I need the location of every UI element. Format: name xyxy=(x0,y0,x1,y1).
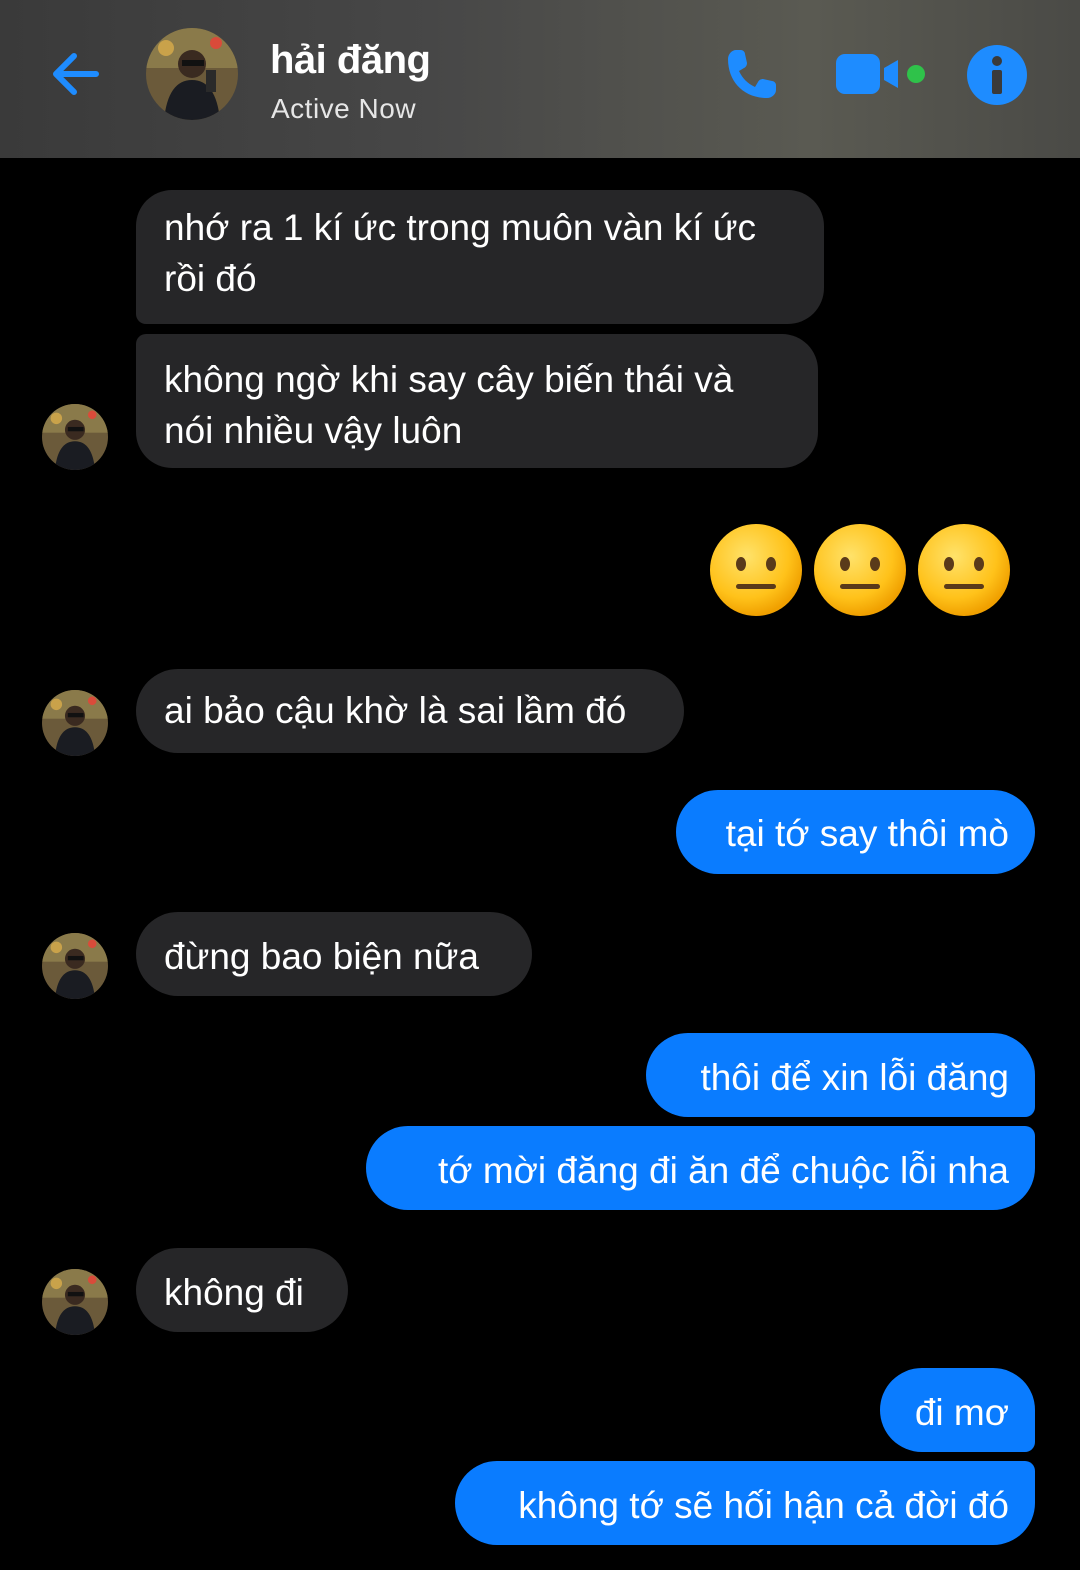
neutral-face-emoji-icon xyxy=(814,524,906,616)
message-incoming[interactable]: nhớ ra 1 kí ức trong muôn vàn kí ức rồi … xyxy=(136,190,824,324)
emoji-message[interactable] xyxy=(708,522,1012,618)
back-arrow-icon[interactable] xyxy=(44,44,104,104)
message-outgoing[interactable]: thôi để xin lỗi đăng xyxy=(646,1033,1035,1117)
message-outgoing[interactable]: đi mơ xyxy=(880,1368,1035,1452)
contact-avatar-small[interactable] xyxy=(42,690,108,756)
online-dot-icon xyxy=(907,65,925,83)
message-text-line: rồi đó xyxy=(164,258,257,299)
message-text: tớ mời đăng đi ăn để chuộc lỗi nha xyxy=(438,1150,1009,1191)
message-text: thôi để xin lỗi đăng xyxy=(700,1057,1009,1098)
message-text-line: nói nhiều vậy luôn xyxy=(164,410,463,451)
message-text: không tớ sẽ hối hận cả đời đó xyxy=(518,1485,1009,1526)
phone-icon[interactable] xyxy=(722,44,782,104)
message-incoming[interactable]: ai bảo cậu khờ là sai lầm đó xyxy=(136,669,684,753)
info-icon[interactable] xyxy=(966,44,1028,106)
message-text: đi mơ xyxy=(914,1392,1009,1433)
contact-avatar[interactable] xyxy=(146,28,238,120)
contact-avatar-small[interactable] xyxy=(42,933,108,999)
message-text: không đi xyxy=(164,1272,304,1313)
neutral-face-emoji-icon xyxy=(918,524,1010,616)
active-status: Active Now xyxy=(271,93,417,124)
contact-avatar-small[interactable] xyxy=(42,404,108,470)
message-outgoing[interactable]: tớ mời đăng đi ăn để chuộc lỗi nha xyxy=(366,1126,1035,1210)
message-text-line: không ngờ khi say cây biến thái và xyxy=(164,359,734,400)
message-text-line: nhớ ra 1 kí ức trong muôn vàn kí ức xyxy=(164,207,757,248)
neutral-face-emoji-icon xyxy=(710,524,802,616)
chat-header: hải đăng Active Now xyxy=(0,0,1080,158)
message-incoming[interactable]: đừng bao biện nữa xyxy=(136,912,532,996)
message-text: đừng bao biện nữa xyxy=(164,936,479,977)
contact-name[interactable]: hải đăng xyxy=(270,38,431,83)
video-camera-icon[interactable] xyxy=(836,52,928,96)
message-outgoing[interactable]: tại tớ say thôi mò xyxy=(676,790,1035,874)
message-incoming[interactable]: không đi xyxy=(136,1248,348,1332)
message-text: tại tớ say thôi mò xyxy=(725,813,1009,854)
message-text: ai bảo cậu khờ là sai lầm đó xyxy=(164,690,627,731)
message-outgoing[interactable]: không tớ sẽ hối hận cả đời đó xyxy=(455,1461,1035,1545)
contact-avatar-small[interactable] xyxy=(42,1269,108,1335)
message-incoming[interactable]: không ngờ khi say cây biến thái và nói n… xyxy=(136,334,818,468)
